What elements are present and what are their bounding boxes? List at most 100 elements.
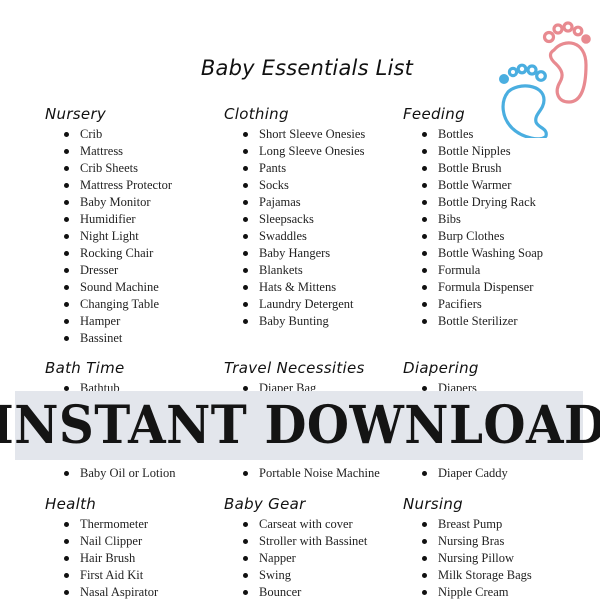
bullet-icon	[422, 200, 427, 205]
list-item-label: Nursing Pillow	[438, 551, 515, 565]
bullet-icon	[64, 285, 69, 290]
bullet-icon	[64, 471, 69, 476]
list-item-label: Bottle Washing Soap	[438, 246, 544, 260]
list-item-label: Crib Sheets	[80, 161, 138, 175]
list-item: Hair Brush	[45, 550, 158, 567]
bullet-icon	[422, 590, 427, 595]
list-item: Short Sleeve Onesies	[224, 126, 365, 143]
list-item: Night Light	[45, 228, 172, 245]
list-item-label: Hamper	[80, 314, 121, 328]
bullet-icon	[64, 200, 69, 205]
bullet-icon	[64, 166, 69, 171]
list-item: Bibs	[403, 211, 543, 228]
checklist: Carseat with cover Stroller with Bassinet…	[224, 516, 367, 601]
list-item: Bottle Nipples	[403, 143, 543, 160]
section-heading: Nursing	[403, 495, 464, 513]
bullet-icon	[243, 166, 248, 171]
bullet-icon	[64, 302, 69, 307]
bullet-icon	[243, 302, 248, 307]
list-item: Blankets	[224, 262, 365, 279]
bullet-icon	[243, 183, 248, 188]
list-item-label: Hats & Mittens	[259, 280, 337, 294]
list-item: Baby Hangers	[224, 245, 365, 262]
section-baby-gear: Baby Gear Carseat with cover Stroller wit…	[224, 494, 367, 601]
list-item-label: Humidifier	[80, 212, 136, 226]
section-heading: Clothing	[224, 105, 289, 123]
checklist: Breast Pump Nursing Bras Nursing Pillow Mil…	[403, 516, 532, 601]
list-item: Crib	[45, 126, 172, 143]
list-item: Laundry Detergent	[224, 296, 365, 313]
list-item: Mattress	[45, 143, 172, 160]
list-item: Baby Monitor	[45, 194, 172, 211]
bullet-icon	[243, 522, 248, 527]
bullet-icon	[422, 183, 427, 188]
list-item-label: Mattress Protector	[80, 178, 172, 192]
section-health: Health Thermometer Nail Clipper Hair Brush…	[45, 494, 158, 601]
list-item: Bottles	[403, 126, 543, 143]
list-item-label: Bottle Nipples	[438, 144, 511, 158]
list-item-label: Bottle Warmer	[438, 178, 512, 192]
bullet-icon	[422, 522, 427, 527]
list-item-label: Milk Storage Bags	[438, 568, 532, 582]
bullet-icon	[243, 590, 248, 595]
section-nursing: Nursing Breast Pump Nursing Bras Nursing P…	[403, 494, 532, 601]
list-item: Thermometer	[45, 516, 158, 533]
list-item-label: First Aid Kit	[80, 568, 144, 582]
list-item-label: Napper	[259, 551, 296, 565]
list-item: Mattress Protector	[45, 177, 172, 194]
bullet-icon	[243, 149, 248, 154]
bullet-icon	[64, 251, 69, 256]
bullet-icon	[243, 234, 248, 239]
bullet-icon	[422, 149, 427, 154]
bullet-icon	[64, 132, 69, 137]
section-heading: Travel Necessities	[224, 359, 365, 377]
bullet-icon	[243, 539, 248, 544]
section-nursery: Nursery Crib Mattress Crib Sheets Mattress …	[45, 104, 172, 347]
list-item-label: Mattress	[80, 144, 124, 158]
list-item-label: Swing	[259, 568, 291, 582]
bullet-icon	[243, 471, 248, 476]
list-item-label: Baby Monitor	[80, 195, 151, 209]
list-item: Pacifiers	[403, 296, 543, 313]
list-item: Sleepsacks	[224, 211, 365, 228]
list-item-label: Bottle Drying Rack	[438, 195, 536, 209]
list-item-label: Bottle Sterilizer	[438, 314, 518, 328]
list-item: Napper	[224, 550, 367, 567]
list-item-label: Diaper Caddy	[438, 466, 508, 480]
list-item: Sound Machine	[45, 279, 172, 296]
list-item: Stroller with Bassinet	[224, 533, 367, 550]
bullet-icon	[243, 217, 248, 222]
bullet-icon	[64, 319, 69, 324]
bullet-icon	[422, 302, 427, 307]
bullet-icon	[243, 573, 248, 578]
list-item-label: Baby Bunting	[259, 314, 329, 328]
checklist: Short Sleeve Onesies Long Sleeve Onesies P…	[224, 126, 365, 330]
list-item-label: Short Sleeve Onesies	[259, 127, 366, 141]
list-item-label: Stroller with Bassinet	[259, 534, 368, 548]
list-item-label: Swaddles	[259, 229, 307, 243]
list-item: Hamper	[45, 313, 172, 330]
bullet-icon	[64, 573, 69, 578]
list-item-label: Burp Clothes	[438, 229, 505, 243]
bullet-icon	[422, 217, 427, 222]
list-item-label: Bassinet	[80, 331, 123, 345]
list-item-label: Baby Hangers	[259, 246, 331, 260]
list-item-label: Blankets	[259, 263, 303, 277]
list-item-label: Thermometer	[80, 517, 149, 531]
bullet-icon	[243, 285, 248, 290]
list-item: Bottle Sterilizer	[403, 313, 543, 330]
list-item-label: Formula	[438, 263, 481, 277]
list-item: Socks	[224, 177, 365, 194]
bullet-icon	[243, 251, 248, 256]
instant-download-banner: INSTANT DOWNLOAD	[0, 391, 600, 460]
list-item: Milk Storage Bags	[403, 567, 532, 584]
list-item: Nail Clipper	[45, 533, 158, 550]
bullet-icon	[422, 471, 427, 476]
checklist: Crib Mattress Crib Sheets Mattress Protecto…	[45, 126, 172, 347]
list-item: Burp Clothes	[403, 228, 543, 245]
list-item-label: Bouncer	[259, 585, 302, 599]
list-item: Crib Sheets	[45, 160, 172, 177]
list-item-label: Breast Pump	[438, 517, 503, 531]
list-item-label: Carseat with cover	[259, 517, 353, 531]
list-item-label: Sound Machine	[80, 280, 159, 294]
